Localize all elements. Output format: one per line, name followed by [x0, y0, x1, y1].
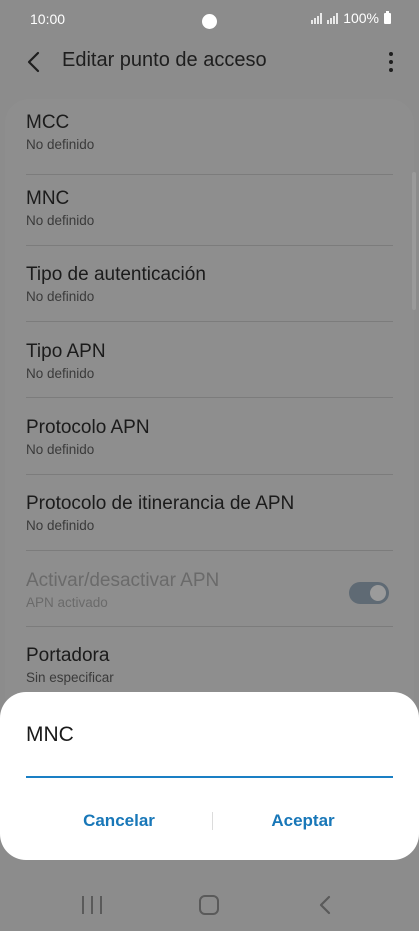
- setting-mcc[interactable]: MCC No definido: [5, 99, 414, 175]
- setting-apn-toggle[interactable]: Activar/desactivar APN APN activado: [5, 551, 414, 627]
- setting-subtitle: Sin especificar: [26, 670, 114, 685]
- setting-auth-type[interactable]: Tipo de autenticación No definido: [5, 246, 414, 322]
- home-icon[interactable]: [199, 895, 219, 915]
- apn-switch[interactable]: [349, 582, 389, 604]
- setting-title: Tipo de autenticación: [26, 264, 206, 285]
- scrollbar[interactable]: [412, 172, 416, 310]
- navigation-bar: [0, 870, 419, 931]
- setting-apn-protocol[interactable]: Protocolo APN No definido: [5, 399, 414, 475]
- setting-subtitle: No definido: [26, 518, 95, 533]
- mnc-dialog: MNC Cancelar Aceptar: [0, 692, 419, 860]
- cancel-button[interactable]: Cancelar: [24, 806, 214, 836]
- setting-title: MCC: [26, 112, 70, 133]
- setting-apn-type[interactable]: Tipo APN No definido: [5, 322, 414, 398]
- button-separator: [212, 812, 213, 830]
- accept-button[interactable]: Aceptar: [208, 806, 398, 836]
- setting-subtitle: APN activado: [26, 595, 108, 610]
- setting-title: MNC: [26, 188, 70, 209]
- setting-title: Protocolo de itinerancia de APN: [26, 493, 295, 514]
- setting-title: Protocolo APN: [26, 417, 150, 438]
- status-time: 10:00: [30, 11, 66, 27]
- back-icon[interactable]: [316, 894, 336, 916]
- setting-subtitle: No definido: [26, 289, 95, 304]
- more-vertical-icon[interactable]: [387, 50, 395, 74]
- signal-icon-sim2: [327, 12, 339, 24]
- status-bar: 10:00 100%: [0, 0, 419, 38]
- camera-cutout: [202, 14, 217, 29]
- mnc-input[interactable]: [26, 750, 393, 778]
- recents-icon[interactable]: [82, 896, 102, 914]
- status-indicators: 100%: [311, 10, 391, 26]
- switch-knob: [368, 583, 388, 603]
- setting-title: Portadora: [26, 645, 110, 666]
- app-bar: Editar punto de acceso: [0, 38, 419, 88]
- signal-icon: [311, 12, 323, 24]
- dialog-title: MNC: [26, 723, 74, 746]
- setting-title: Activar/desactivar APN: [26, 570, 220, 591]
- setting-roaming-protocol[interactable]: Protocolo de itinerancia de APN No defin…: [5, 475, 414, 551]
- chevron-left-icon[interactable]: [22, 49, 48, 75]
- battery-percent: 100%: [343, 10, 379, 26]
- battery-icon: [384, 10, 391, 24]
- divider: [26, 397, 393, 398]
- setting-subtitle: No definido: [26, 366, 95, 381]
- setting-subtitle: No definido: [26, 213, 95, 228]
- page-title: Editar punto de acceso: [62, 49, 267, 71]
- setting-subtitle: No definido: [26, 137, 95, 152]
- setting-title: Tipo APN: [26, 341, 106, 362]
- setting-subtitle: No definido: [26, 442, 95, 457]
- setting-mnc[interactable]: MNC No definido: [5, 170, 414, 246]
- settings-list: MCC No definido MNC No definido Tipo de …: [5, 99, 414, 719]
